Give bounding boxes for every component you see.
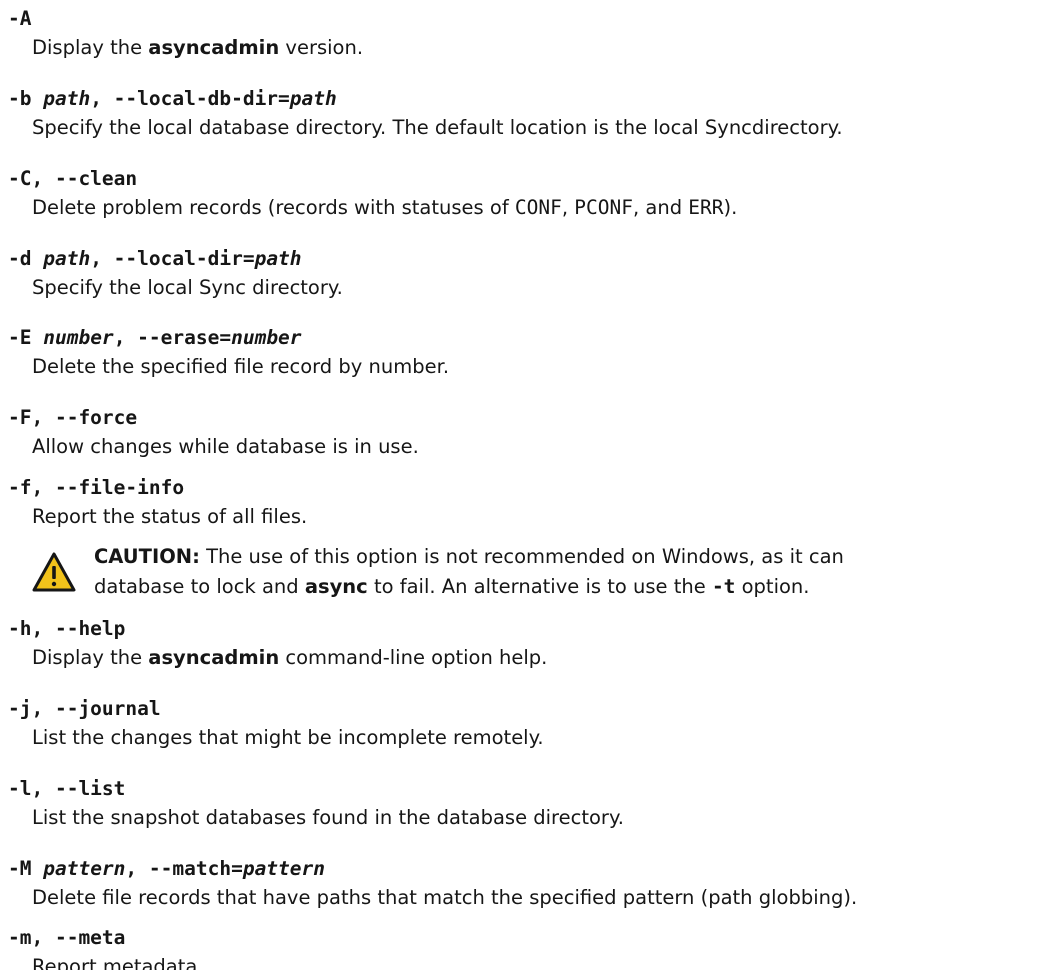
text-run: -d <box>8 247 44 270</box>
text-run: Display the <box>32 36 149 59</box>
option-term: -f, --file-info <box>8 475 184 501</box>
text-run: command-line option help. <box>279 646 548 669</box>
option-term: -M pattern, --match=pattern <box>8 856 325 882</box>
text-run: Delete problem records (records with sta… <box>32 196 515 219</box>
code-text: -t <box>711 575 736 598</box>
caution-line-1: CAUTION: The use of this option is not r… <box>94 542 844 572</box>
text-run: -l, --list <box>8 777 126 800</box>
option-term: -C, --clean <box>8 166 137 192</box>
option-term: -d path, --local-dir=path <box>8 246 302 272</box>
text-run: Allow changes while database is in use. <box>32 435 419 458</box>
text-run: , --erase= <box>113 326 232 349</box>
text-run: -M <box>8 857 44 880</box>
caution-note: CAUTION: The use of this option is not r… <box>32 542 1047 608</box>
text-run: Specify the local database directory. Th… <box>32 116 843 139</box>
text-run: database to lock and <box>94 575 305 598</box>
caution-line-1-text: The use of this option is not recommende… <box>199 545 844 568</box>
text-run: ). <box>723 196 738 219</box>
warning-triangle-icon <box>32 552 76 592</box>
text-run: option. <box>735 575 810 598</box>
option-description: Specify the local database directory. Th… <box>32 115 843 141</box>
text-run: -h, --help <box>8 617 126 640</box>
text-run: List the snapshot databases found in the… <box>32 806 624 829</box>
text-run: version. <box>279 36 364 59</box>
text-run: -b <box>8 87 44 110</box>
argument-placeholder: number <box>231 326 302 349</box>
command-name: asyncadmin <box>148 36 280 59</box>
text-run: -E <box>8 326 44 349</box>
text-run: -j, --journal <box>8 697 161 720</box>
text-run: List the changes that might be incomplet… <box>32 726 544 749</box>
text-run: Report metadata. <box>32 955 204 970</box>
argument-placeholder: path <box>289 87 337 110</box>
text-run: , <box>561 196 575 219</box>
option-reference-page: -A Display the asyncadmin version. -b pa… <box>0 0 1047 970</box>
code-text: PCONF <box>574 196 633 219</box>
option-term: -b path, --local-db-dir=path <box>8 86 337 112</box>
caution-line-2: database to lock and async to fail. An a… <box>94 572 844 602</box>
caution-text: CAUTION: The use of this option is not r… <box>94 542 844 602</box>
argument-placeholder: pattern <box>242 857 326 880</box>
code-text: ERR <box>688 196 724 219</box>
code-text: CONF <box>514 196 562 219</box>
option-description: Display the asyncadmin command-line opti… <box>32 645 547 671</box>
argument-placeholder: path <box>43 87 91 110</box>
option-term: -m, --meta <box>8 925 125 951</box>
caution-label: CAUTION: <box>94 545 200 568</box>
text-run: -m, --meta <box>8 926 126 949</box>
argument-placeholder: path <box>254 247 302 270</box>
text-run: , --local-db-dir= <box>90 87 290 110</box>
option-description: Delete problem records (records with sta… <box>32 195 737 221</box>
option-term: -h, --help <box>8 616 125 642</box>
text-run: -A <box>8 7 32 30</box>
argument-placeholder: path <box>43 247 91 270</box>
text-run: Delete file records that have paths that… <box>32 886 858 909</box>
text-run: -C, --clean <box>8 167 138 190</box>
option-description: Delete the specified file record by numb… <box>32 354 449 380</box>
command-name: async <box>304 575 368 598</box>
option-term: -F, --force <box>8 405 137 431</box>
text-run: -f, --file-info <box>8 476 185 499</box>
option-term: -j, --journal <box>8 696 161 722</box>
option-term: -A <box>8 6 31 32</box>
text-run: Report the status of all files. <box>32 505 308 528</box>
option-description: Report metadata. <box>32 954 204 970</box>
text-run: to fail. An alternative is to use the <box>367 575 712 598</box>
option-term: -E number, --erase=number <box>8 325 302 351</box>
option-description: Specify the local Sync directory. <box>32 275 343 301</box>
text-run: Specify the local Sync directory. <box>32 276 343 299</box>
text-run: -F, --force <box>8 406 138 429</box>
argument-placeholder: number <box>43 326 114 349</box>
text-run: Display the <box>32 646 149 669</box>
option-description: List the changes that might be incomplet… <box>32 725 544 751</box>
option-term: -l, --list <box>8 776 125 802</box>
option-description: Delete file records that have paths that… <box>32 885 857 911</box>
option-description: Report the status of all files. <box>32 504 307 530</box>
command-name: asyncadmin <box>148 646 280 669</box>
text-run: , and <box>632 196 689 219</box>
option-description: Allow changes while database is in use. <box>32 434 419 460</box>
text-run: , --local-dir= <box>90 247 255 270</box>
text-run: , --match= <box>125 857 243 880</box>
option-description: List the snapshot databases found in the… <box>32 805 624 831</box>
argument-placeholder: pattern <box>43 857 126 880</box>
text-run: Delete the specified file record by numb… <box>32 355 450 378</box>
option-description: Display the asyncadmin version. <box>32 35 363 61</box>
